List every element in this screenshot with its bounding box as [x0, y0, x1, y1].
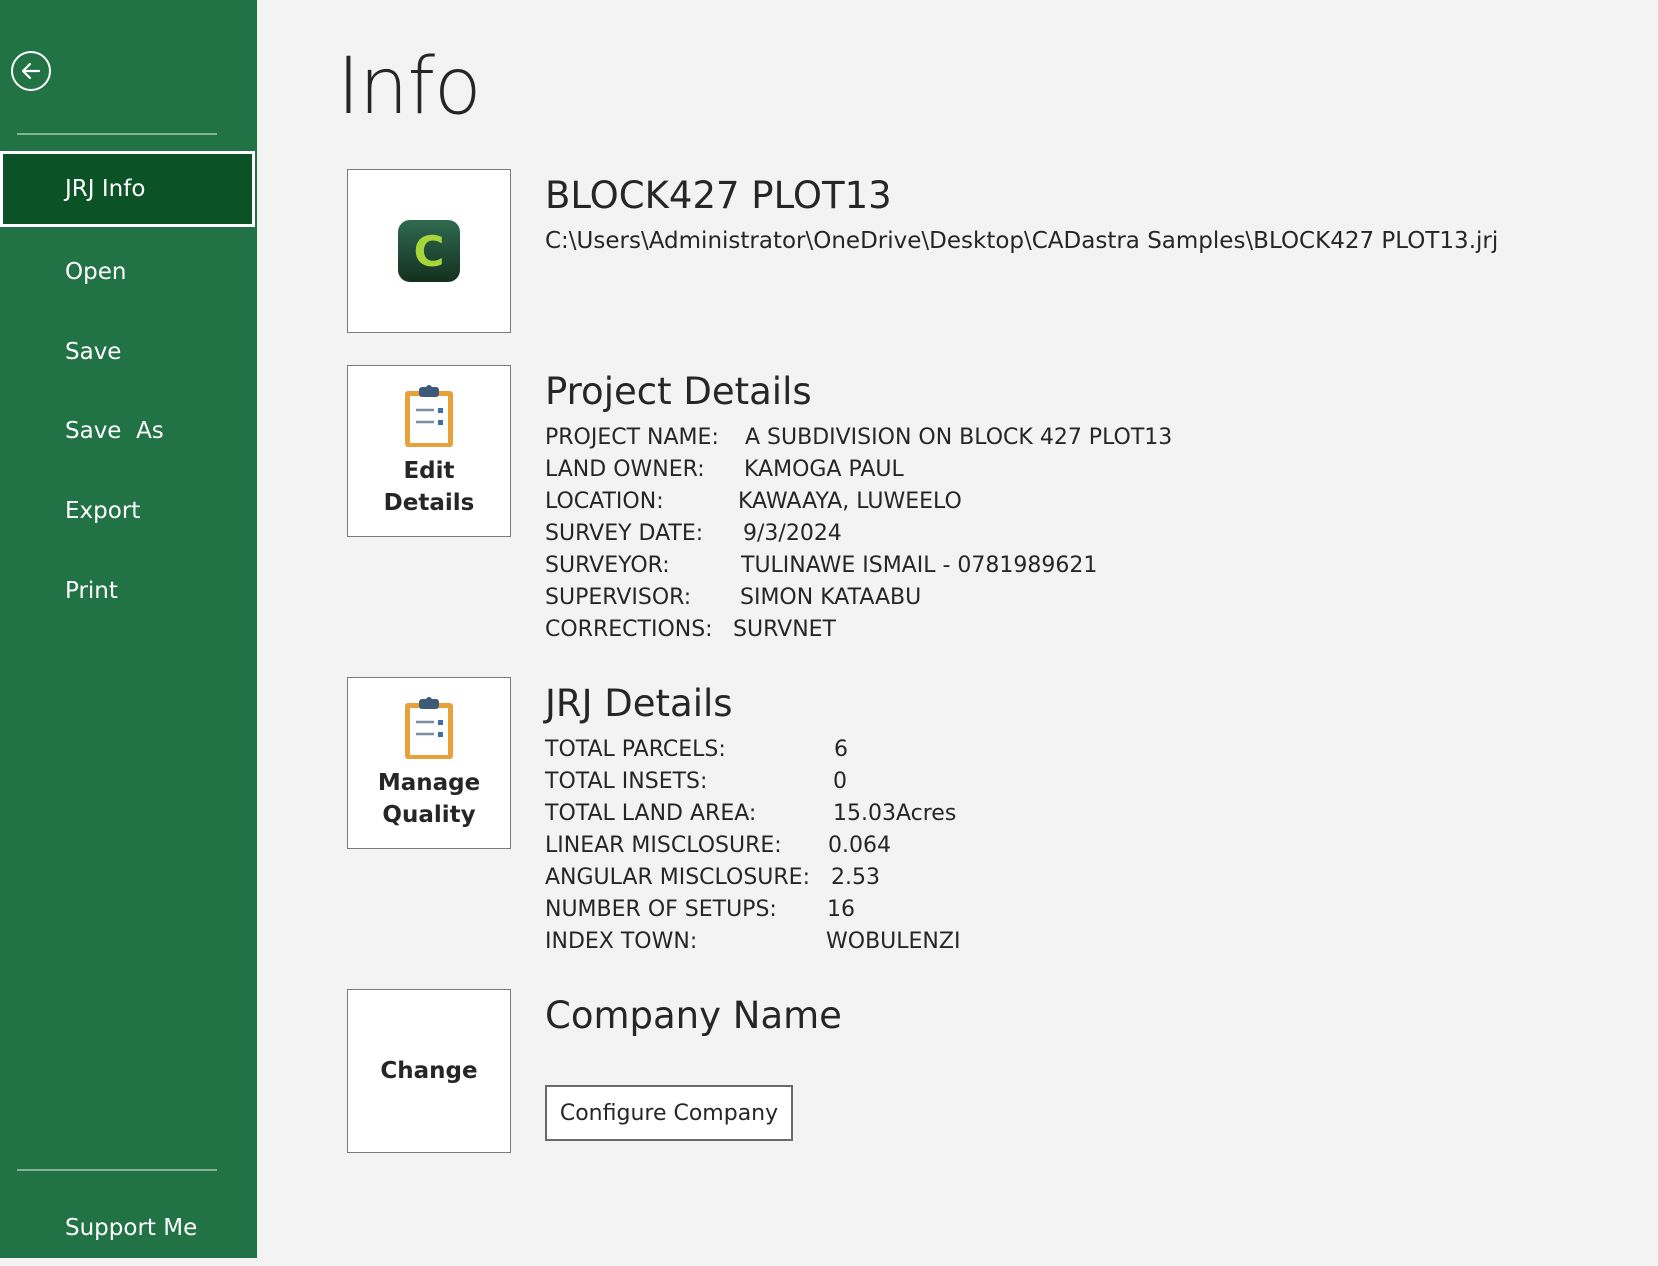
project-field-key: SURVEY DATE: [545, 521, 704, 546]
svg-text:C: C [414, 227, 445, 276]
jrj-field-key: TOTAL INSETS: [545, 769, 708, 794]
project-field-row: SURVEY DATE: 9/3/2024 [545, 518, 842, 550]
jrj-field-value: 2.53 [831, 865, 880, 890]
project-field-value: KAWAAYA, LUWEELO [738, 489, 962, 514]
project-field-key: LOCATION: [545, 489, 664, 514]
project-field-value: KAMOGA PAUL [744, 457, 904, 482]
jrj-field-key: TOTAL PARCELS: [545, 737, 726, 762]
jrj-field-row: ANGULAR MISCLOSURE: 2.53 [545, 862, 880, 894]
sidebar-item-label: Open [65, 259, 127, 285]
sidebar-item-print[interactable]: Print [0, 553, 257, 629]
sidebar-item-label: Support Me [65, 1215, 198, 1241]
manage-quality-button[interactable]: Manage Quality [347, 677, 511, 849]
jrj-field-value: 0.064 [828, 833, 891, 858]
file-name: BLOCK427 PLOT13 [545, 174, 892, 217]
project-field-value: A SUBDIVISION ON BLOCK 427 PLOT13 [745, 425, 1173, 450]
jrj-field-value: 0 [833, 769, 847, 794]
sidebar-item-label: Print [65, 578, 118, 604]
sidebar-item-jrj-info[interactable]: JRJ Info [0, 151, 255, 227]
manage-quality-label: Manage Quality [377, 770, 481, 828]
project-field-value: SIMON KATAABU [740, 585, 922, 610]
sidebar-item-export[interactable]: Export [0, 473, 257, 549]
page-title: Info [337, 42, 482, 132]
back-button[interactable] [11, 51, 51, 91]
jrj-field-row: INDEX TOWN: WOBULENZI [545, 926, 960, 958]
project-field-key: SUPERVISOR: [545, 585, 692, 610]
project-field-row: LOCATION: KAWAAYA, LUWEELO [545, 486, 962, 518]
jrj-field-key: LINEAR MISCLOSURE: [545, 833, 782, 858]
project-field-row: SURVEYOR: TULINAWE ISMAIL - 0781989621 [545, 550, 1097, 582]
jrj-field-row: TOTAL INSETS: 0 [545, 766, 847, 798]
configure-company-button[interactable]: Configure Company [545, 1085, 793, 1141]
jrj-field-value: 16 [827, 897, 855, 922]
change-label: Change [380, 1058, 478, 1084]
project-field-row: PROJECT NAME: A SUBDIVISION ON BLOCK 427… [545, 422, 1172, 454]
project-details-title: Project Details [545, 370, 812, 413]
project-field-value: TULINAWE ISMAIL - 0781989621 [741, 553, 1098, 578]
sidebar-item-label: Export [65, 498, 141, 524]
sidebar-item-open[interactable]: Open [0, 234, 257, 310]
jrj-field-key: NUMBER OF SETUPS: [545, 897, 777, 922]
jrj-field-row: NUMBER OF SETUPS: 16 [545, 894, 855, 926]
jrj-field-row: TOTAL LAND AREA: 15.03Acres [545, 798, 956, 830]
sidebar-item-save[interactable]: Save [0, 314, 257, 390]
sidebar-item-save-as[interactable]: Save As [0, 393, 257, 469]
project-field-value: SURVNET [733, 617, 836, 642]
jrj-field-value: 15.03Acres [833, 801, 957, 826]
file-path: C:\Users\Administrator\OneDrive\Desktop\… [545, 228, 1499, 254]
sidebar-item-support-me[interactable]: Support Me [0, 1190, 257, 1266]
sidebar-divider [17, 133, 217, 135]
jrj-field-value: 6 [834, 737, 848, 762]
jrj-field-row: TOTAL PARCELS: 6 [545, 734, 848, 766]
project-field-key: PROJECT NAME: [545, 425, 719, 450]
sidebar-divider [17, 1169, 217, 1171]
configure-company-label: Configure Company [559, 1100, 779, 1126]
project-field-key: CORRECTIONS: [545, 617, 713, 642]
project-field-row: LAND OWNER: KAMOGA PAUL [545, 454, 904, 486]
sidebar-item-label: Save As [65, 418, 164, 444]
project-field-key: LAND OWNER: [545, 457, 705, 482]
jrj-field-row: LINEAR MISCLOSURE: 0.064 [545, 830, 891, 862]
project-field-value: 9/3/2024 [743, 521, 842, 546]
sidebar: JRJ Info Open Save Save As Export Print … [0, 0, 257, 1258]
project-field-row: CORRECTIONS: SURVNET [545, 614, 836, 646]
change-company-button[interactable]: Change [347, 989, 511, 1153]
clipboard-icon [405, 385, 453, 447]
project-field-row: SUPERVISOR: SIMON KATAABU [545, 582, 921, 614]
jrj-field-key: INDEX TOWN: [545, 929, 698, 954]
cadastra-app-icon: C [398, 220, 460, 282]
project-field-key: SURVEYOR: [545, 553, 670, 578]
file-icon-tile: C [347, 169, 511, 333]
jrj-field-key: ANGULAR MISCLOSURE: [545, 865, 810, 890]
jrj-field-key: TOTAL LAND AREA: [545, 801, 757, 826]
arrow-left-icon [21, 62, 41, 80]
edit-details-label: Edit Details [383, 458, 475, 516]
sidebar-item-label: JRJ Info [65, 176, 146, 202]
jrj-field-value: WOBULENZI [826, 929, 961, 954]
clipboard-icon [405, 697, 453, 759]
jrj-details-title: JRJ Details [545, 682, 733, 725]
company-name-title: Company Name [545, 994, 842, 1037]
edit-details-button[interactable]: Edit Details [347, 365, 511, 537]
sidebar-item-label: Save [65, 339, 122, 365]
